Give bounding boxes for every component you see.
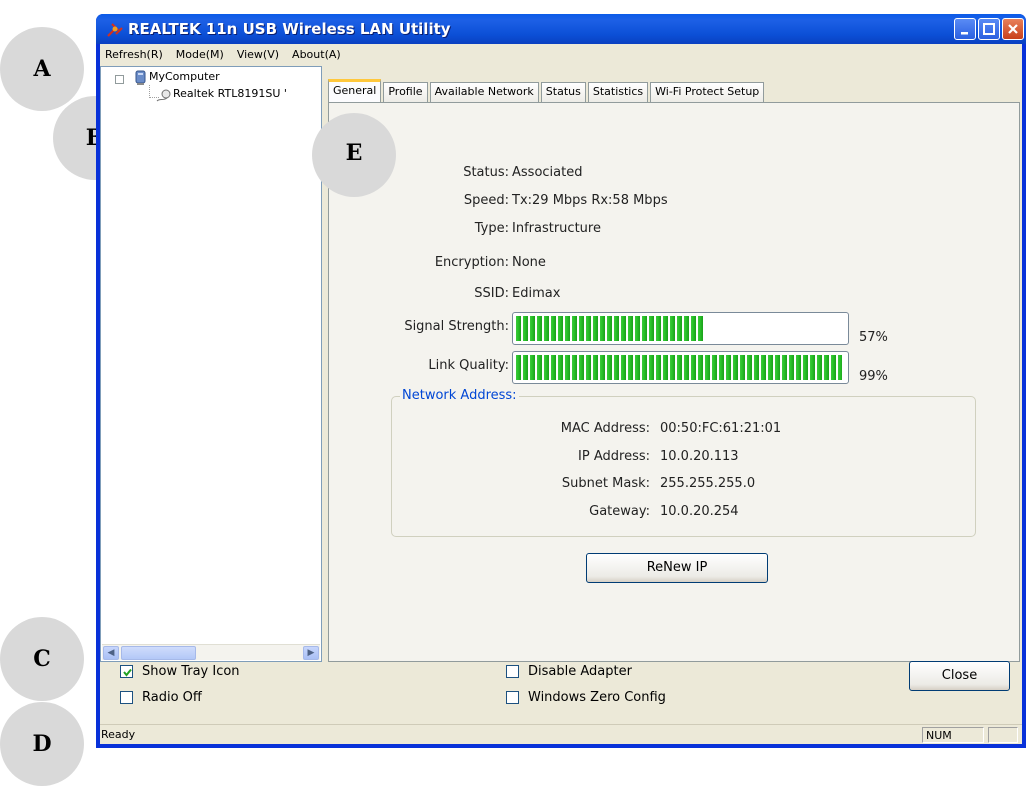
status-pane-empty (988, 727, 1018, 743)
renew-ip-button[interactable]: ReNew IP (586, 553, 768, 583)
close-window-button[interactable] (1002, 18, 1024, 40)
tab-strip: General Profile Available Network Status… (328, 79, 766, 103)
show-tray-icon-label: Show Tray Icon (142, 664, 240, 679)
callout-e: E (312, 113, 396, 197)
callout-c: C (0, 617, 84, 701)
callout-d: D (0, 702, 84, 786)
menu-refresh[interactable]: Refresh(R) (100, 48, 168, 61)
ip-address-label: IP Address: (578, 449, 650, 464)
computer-icon (135, 70, 146, 85)
close-button[interactable]: Close (909, 661, 1010, 691)
link-quality-fill (516, 355, 842, 380)
signal-strength-fill (516, 316, 704, 341)
scroll-right-icon[interactable]: ▶ (303, 646, 319, 660)
tree-item-adapter[interactable]: Realtek RTL8191SU ' (173, 87, 287, 100)
radio-off-label: Radio Off (142, 690, 202, 705)
network-address-title: Network Address: (400, 388, 519, 403)
gateway-value: 10.0.20.254 (660, 504, 739, 519)
client-area: Refresh(R) Mode(M) View(V) About(A) ⊟ My… (100, 44, 1022, 744)
general-panel: Status: Associated Speed: Tx:29 Mbps Rx:… (328, 102, 1020, 662)
gateway-label: Gateway: (589, 504, 650, 519)
close-icon (1008, 24, 1018, 34)
subnet-mask-label: Subnet Mask: (561, 476, 650, 491)
windows-zero-config-label: Windows Zero Config (528, 690, 666, 705)
menu-mode[interactable]: Mode(M) (171, 48, 229, 61)
signal-strength-label: Signal Strength: (404, 319, 509, 334)
mac-address-value: 00:50:FC:61:21:01 (660, 421, 782, 436)
type-value: Infrastructure (512, 221, 601, 236)
encryption-value: None (512, 255, 546, 270)
tree-horizontal-scrollbar[interactable]: ◀ ▶ (102, 644, 320, 660)
radio-off-checkbox[interactable] (120, 691, 133, 704)
adapter-tree[interactable]: ⊟ MyComputer Realtek RTL8191SU ' ◀ ▶ (100, 66, 322, 662)
windows-zero-config-checkbox[interactable] (506, 691, 519, 704)
menu-view[interactable]: View(V) (232, 48, 284, 61)
menu-bar: Refresh(R) Mode(M) View(V) About(A) (100, 44, 1022, 64)
disable-adapter-option[interactable]: Disable Adapter (506, 664, 632, 679)
tab-status[interactable]: Status (540, 82, 586, 103)
maximize-button[interactable] (978, 18, 1000, 40)
wireless-adapter-icon (156, 89, 171, 102)
encryption-label: Encryption: (434, 255, 509, 270)
ssid-label: SSID: (474, 286, 509, 301)
title-bar[interactable]: REALTEK 11n USB Wireless LAN Utility (96, 14, 1026, 44)
callout-a: A (0, 27, 84, 111)
checkmark-icon (123, 668, 132, 677)
app-icon (107, 23, 123, 37)
status-bar: Ready NUM (100, 724, 1022, 744)
speed-value: Tx:29 Mbps Rx:58 Mbps (512, 193, 668, 208)
signal-strength-bar (512, 312, 849, 345)
menu-about[interactable]: About(A) (287, 48, 346, 61)
scroll-thumb[interactable] (121, 646, 196, 660)
status-pane-num: NUM (922, 727, 984, 743)
show-tray-icon-checkbox[interactable] (120, 665, 133, 678)
disable-adapter-checkbox[interactable] (506, 665, 519, 678)
link-quality-bar (512, 351, 849, 384)
link-quality-percent: 99% (859, 369, 888, 384)
tab-available-network[interactable]: Available Network (429, 82, 539, 103)
window-title: REALTEK 11n USB Wireless LAN Utility (128, 20, 451, 38)
tab-profile[interactable]: Profile (383, 82, 428, 103)
scroll-left-icon[interactable]: ◀ (103, 646, 119, 660)
tab-statistics[interactable]: Statistics (587, 82, 649, 103)
ip-address-value: 10.0.20.113 (660, 449, 739, 464)
app-window: REALTEK 11n USB Wireless LAN Utility Ref… (96, 14, 1026, 748)
radio-off-option[interactable]: Radio Off (120, 690, 202, 705)
tree-expander-icon[interactable]: ⊟ (115, 75, 124, 84)
status-value: Associated (512, 165, 583, 180)
subnet-mask-value: 255.255.255.0 (660, 476, 756, 491)
show-tray-icon-option[interactable]: Show Tray Icon (120, 664, 240, 679)
disable-adapter-label: Disable Adapter (528, 664, 632, 679)
mac-address-label: MAC Address: (560, 421, 650, 436)
maximize-icon (983, 23, 995, 35)
status-text: Ready (101, 728, 136, 741)
type-label: Type: (474, 221, 509, 236)
ssid-value: Edimax (512, 286, 561, 301)
tab-general[interactable]: General (328, 79, 382, 103)
minimize-icon (961, 32, 968, 35)
link-quality-label: Link Quality: (428, 358, 509, 373)
tab-wifi-protect-setup[interactable]: Wi-Fi Protect Setup (650, 82, 765, 103)
minimize-button[interactable] (954, 18, 976, 40)
network-address-group: Network Address: MAC Address: 00:50:FC:6… (391, 388, 976, 537)
windows-zero-config-option[interactable]: Windows Zero Config (506, 690, 666, 705)
tree-item-mycomputer[interactable]: MyComputer (149, 70, 220, 83)
signal-strength-percent: 57% (859, 330, 888, 345)
